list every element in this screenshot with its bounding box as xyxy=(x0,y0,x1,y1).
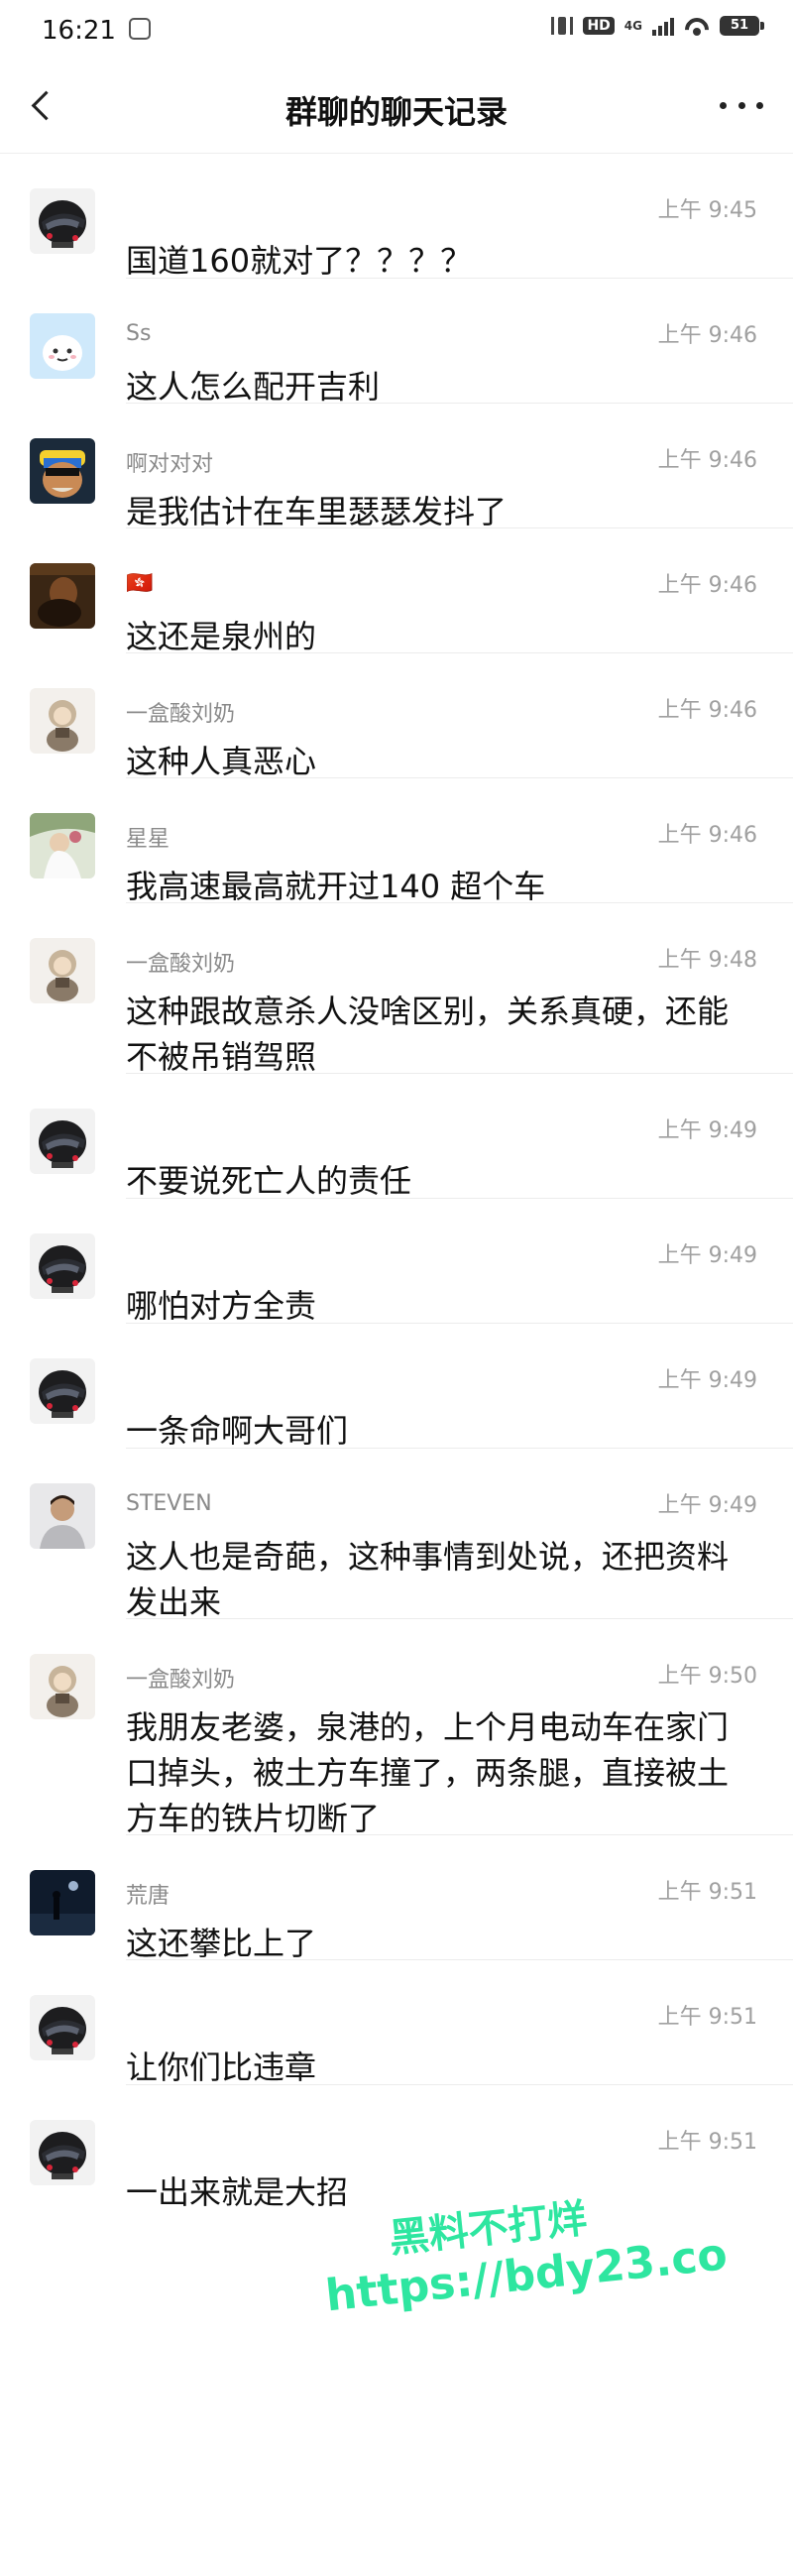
message-time: 上午 9:51 xyxy=(657,2130,757,2155)
message-time: 上午 9:46 xyxy=(657,448,757,473)
message-time: 上午 9:49 xyxy=(657,1493,757,1518)
message-text: 我朋友老婆，泉港的，上个月电动车在家门口掉头，被土方车撞了，两条腿，直接被土方车… xyxy=(126,1708,730,1837)
message-time: 上午 9:48 xyxy=(657,948,757,973)
message-time: 上午 9:49 xyxy=(657,1243,757,1268)
sender-name: 一盒酸刘奶 xyxy=(126,952,236,977)
sender-name: 一盒酸刘奶 xyxy=(126,702,236,727)
sender-name: 星星 xyxy=(126,827,170,852)
message-item[interactable]: Ss 上午 9:46 这人怎么配开吉利 xyxy=(0,279,793,406)
vibrate-icon xyxy=(551,17,574,35)
message-item[interactable]: 上午 9:49 哪怕对方全责 xyxy=(0,1199,793,1325)
message-item[interactable]: 上午 9:51 一出来就是大招 xyxy=(0,2085,793,2211)
message-item[interactable]: 一盒酸刘奶 上午 9:46 这种人真恶心 xyxy=(0,653,793,780)
message-time: 上午 9:49 xyxy=(657,1368,757,1393)
more-options-icon[interactable] xyxy=(720,93,763,117)
sender-name: STEVEN xyxy=(126,1491,212,1516)
wifi-icon xyxy=(684,16,710,36)
avatar[interactable] xyxy=(30,313,95,379)
message-item[interactable]: 一盒酸刘奶 上午 9:50 我朋友老婆，泉港的，上个月电动车在家门口掉头，被土方车撞… xyxy=(0,1619,793,1837)
message-item[interactable]: 荒唐 上午 9:51 这还攀比上了 xyxy=(0,1835,793,1962)
signal-icon xyxy=(652,16,674,36)
page-title: 群聊的聊天记录 xyxy=(284,93,508,131)
message-time: 上午 9:46 xyxy=(657,698,757,723)
sender-name: 啊对对对 xyxy=(126,452,214,477)
avatar[interactable] xyxy=(30,1870,95,1935)
avatar[interactable] xyxy=(30,188,95,254)
status-bar: 16:21 HD 4G 51 xyxy=(0,0,793,59)
message-list[interactable]: 上午 9:45 国道160就对了？？？？ Ss 上午 9:46 这人怎么配开吉利 啊对对对… xyxy=(0,154,793,2211)
message-item[interactable]: 上午 9:51 让你们比违章 xyxy=(0,1960,793,2086)
hd-icon: HD xyxy=(583,17,615,35)
message-time: 上午 9:51 xyxy=(657,2005,757,2030)
message-time: 上午 9:46 xyxy=(657,823,757,848)
message-item[interactable]: 上午 9:45 国道160就对了？？？？ xyxy=(0,154,793,280)
watermark-line-2: https://bdy23.co xyxy=(323,2229,730,2322)
message-time: 上午 9:45 xyxy=(657,198,757,223)
avatar[interactable] xyxy=(30,1358,95,1424)
sender-name: 🇭🇰 xyxy=(126,571,154,596)
message-time: 上午 9:49 xyxy=(657,1118,757,1143)
sender-name: 荒唐 xyxy=(126,1884,170,1909)
message-time: 上午 9:50 xyxy=(657,1664,757,1689)
avatar[interactable] xyxy=(30,438,95,504)
message-item[interactable]: 一盒酸刘奶 上午 9:48 这种跟故意杀人没啥区别，关系真硬，还能不被吊销驾照 xyxy=(0,903,793,1076)
avatar[interactable] xyxy=(30,688,95,754)
battery-icon: 51 xyxy=(720,16,764,36)
avatar[interactable] xyxy=(30,563,95,629)
message-text: 这种跟故意杀人没啥区别，关系真硬，还能不被吊销驾照 xyxy=(126,993,730,1076)
avatar[interactable] xyxy=(30,1654,95,1719)
sender-name: 一盒酸刘奶 xyxy=(126,1668,236,1693)
avatar[interactable] xyxy=(30,1109,95,1174)
sender-name: Ss xyxy=(126,321,152,346)
status-time: 16:21 xyxy=(42,16,116,46)
message-time: 上午 9:51 xyxy=(657,1880,757,1905)
message-text: 一出来就是大招 xyxy=(126,2173,349,2211)
network-type-label: 4G xyxy=(623,19,642,33)
message-time: 上午 9:46 xyxy=(657,323,757,348)
message-item[interactable]: STEVEN 上午 9:49 这人也是奇葩，这种事情到处说，还把资料发出来 xyxy=(0,1449,793,1621)
status-icons: HD 4G 51 xyxy=(551,16,764,36)
avatar[interactable] xyxy=(30,813,95,878)
notification-app-icon xyxy=(129,18,151,40)
avatar[interactable] xyxy=(30,1483,95,1549)
message-item[interactable]: 星星 上午 9:46 我高速最高就开过140 超个车 xyxy=(0,778,793,905)
message-item[interactable]: 啊对对对 上午 9:46 是我估计在车里瑟瑟发抖了 xyxy=(0,404,793,530)
avatar[interactable] xyxy=(30,938,95,1003)
message-item[interactable]: 上午 9:49 不要说死亡人的责任 xyxy=(0,1074,793,1200)
message-time: 上午 9:46 xyxy=(657,573,757,598)
avatar[interactable] xyxy=(30,1233,95,1299)
avatar[interactable] xyxy=(30,1995,95,2060)
nav-bar: 群聊的聊天记录 xyxy=(0,61,793,154)
message-text: 这人也是奇葩，这种事情到处说，还把资料发出来 xyxy=(126,1538,730,1621)
message-item[interactable]: 🇭🇰 上午 9:46 这还是泉州的 xyxy=(0,528,793,655)
message-item[interactable]: 上午 9:49 一条命啊大哥们 xyxy=(0,1324,793,1450)
avatar[interactable] xyxy=(30,2120,95,2185)
